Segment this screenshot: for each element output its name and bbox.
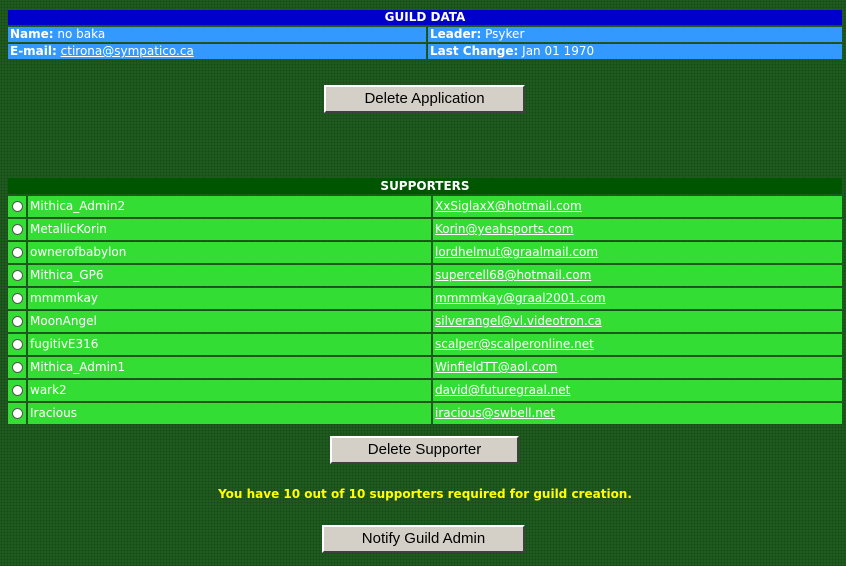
supporter-radio-button[interactable] <box>11 316 23 327</box>
supporter-name: Mithica_GP6 <box>28 265 431 286</box>
supporter-name: MetallicKorin <box>28 219 431 240</box>
supporter-row: mmmmkay mmmmkay@graal2001.com <box>8 288 842 309</box>
supporter-row: Mithica_GP6 supercell68@hotmail.com <box>8 265 842 286</box>
supporter-email-link[interactable]: david@futuregraal.net <box>435 383 570 397</box>
supporter-select-cell <box>8 334 26 355</box>
supporter-email-link[interactable]: WinfieldTT@aol.com <box>435 360 557 374</box>
guild-name-cell: Name: no baka <box>8 27 426 42</box>
supporter-row: MetallicKorin Korin@yeahsports.com <box>8 219 842 240</box>
delete-application-button[interactable]: Delete Application <box>324 85 525 113</box>
supporter-email-link[interactable]: Korin@yeahsports.com <box>435 222 573 236</box>
supporter-row: wark2 david@futuregraal.net <box>8 380 842 401</box>
supporter-email-cell: WinfieldTT@aol.com <box>433 357 842 378</box>
supporter-select-cell <box>8 357 26 378</box>
supporter-radio-button[interactable] <box>11 408 23 419</box>
supporter-name: mmmmkay <box>28 288 431 309</box>
supporter-select-cell <box>8 311 26 332</box>
supporter-name: Mithica_Admin2 <box>28 196 431 217</box>
guild-data-header: GUILD DATA <box>8 10 842 25</box>
supporter-email-cell: XxSiglaxX@hotmail.com <box>433 196 842 217</box>
supporter-email-cell: david@futuregraal.net <box>433 380 842 401</box>
supporter-email-cell: scalper@scalperonline.net <box>433 334 842 355</box>
guild-leader-label: Leader: <box>430 27 482 41</box>
guild-last-change-label: Last Change: <box>430 44 519 58</box>
supporter-email-link[interactable]: scalper@scalperonline.net <box>435 337 594 351</box>
supporter-radio-button[interactable] <box>11 224 23 235</box>
supporter-email-link[interactable]: lordhelmut@graalmail.com <box>435 245 598 259</box>
supporter-email-link[interactable]: mmmmkay@graal2001.com <box>435 291 606 305</box>
supporter-select-cell <box>8 219 26 240</box>
supporter-name: Mithica_Admin1 <box>28 357 431 378</box>
supporter-row: Mithica_Admin1 WinfieldTT@aol.com <box>8 357 842 378</box>
supporter-name: MoonAngel <box>28 311 431 332</box>
supporter-name: wark2 <box>28 380 431 401</box>
guild-email-cell: E-mail: ctirona@sympatico.ca <box>8 44 426 59</box>
status-message: You have 10 out of 10 supporters require… <box>218 487 632 501</box>
supporter-row: fugitivE316 scalper@scalperonline.net <box>8 334 842 355</box>
supporter-email-cell: silverangel@vl.videotron.ca <box>433 311 842 332</box>
supporter-row: MoonAngel silverangel@vl.videotron.ca <box>8 311 842 332</box>
supporter-select-cell <box>8 242 26 263</box>
supporter-email-cell: iracious@swbell.net <box>433 403 842 424</box>
notify-guild-admin-button[interactable]: Notify Guild Admin <box>322 525 525 553</box>
delete-supporter-button[interactable]: Delete Supporter <box>330 436 519 464</box>
supporter-row: Mithica_Admin2 XxSiglaxX@hotmail.com <box>8 196 842 217</box>
supporter-radio-button[interactable] <box>11 385 23 396</box>
guild-last-change-value: Jan 01 1970 <box>522 44 595 58</box>
guild-name-label: Name: <box>10 27 54 41</box>
supporter-select-cell <box>8 380 26 401</box>
supporter-email-cell: mmmmkay@graal2001.com <box>433 288 842 309</box>
supporters-table: SUPPORTERS Mithica_Admin2 XxSiglaxX@hotma… <box>6 176 844 426</box>
supporter-radio-button[interactable] <box>11 339 23 350</box>
supporter-row: Iracious iracious@swbell.net <box>8 403 842 424</box>
guild-data-table: GUILD DATA Name: no baka Leader: Psyker … <box>6 8 844 61</box>
guild-leader-value: Psyker <box>485 27 525 41</box>
supporter-email-link[interactable]: silverangel@vl.videotron.ca <box>435 314 602 328</box>
supporter-select-cell <box>8 196 26 217</box>
supporter-email-link[interactable]: XxSiglaxX@hotmail.com <box>435 199 582 213</box>
supporter-radio-button[interactable] <box>11 270 23 281</box>
guild-leader-cell: Leader: Psyker <box>428 27 842 42</box>
supporter-name: ownerofbabylon <box>28 242 431 263</box>
supporter-select-cell <box>8 288 26 309</box>
supporter-email-cell: lordhelmut@graalmail.com <box>433 242 842 263</box>
guild-name-value: no baka <box>57 27 106 41</box>
supporter-email-cell: supercell68@hotmail.com <box>433 265 842 286</box>
supporters-list: Mithica_Admin2 XxSiglaxX@hotmail.com Metal… <box>8 196 842 424</box>
supporter-name: Iracious <box>28 403 431 424</box>
guild-email-link[interactable]: ctirona@sympatico.ca <box>61 44 194 58</box>
supporter-select-cell <box>8 265 26 286</box>
supporter-email-link[interactable]: iracious@swbell.net <box>435 406 555 420</box>
supporter-radio-button[interactable] <box>11 247 23 258</box>
supporter-row: ownerofbabylon lordhelmut@graalmail.com <box>8 242 842 263</box>
supporter-radio-button[interactable] <box>11 362 23 373</box>
supporter-select-cell <box>8 403 26 424</box>
supporter-name: fugitivE316 <box>28 334 431 355</box>
supporter-email-link[interactable]: supercell68@hotmail.com <box>435 268 591 282</box>
guild-email-label: E-mail: <box>10 44 57 58</box>
supporter-radio-button[interactable] <box>11 293 23 304</box>
supporter-email-cell: Korin@yeahsports.com <box>433 219 842 240</box>
supporter-radio-button[interactable] <box>11 201 23 212</box>
guild-last-change-cell: Last Change: Jan 01 1970 <box>428 44 842 59</box>
supporters-header: SUPPORTERS <box>8 178 842 194</box>
